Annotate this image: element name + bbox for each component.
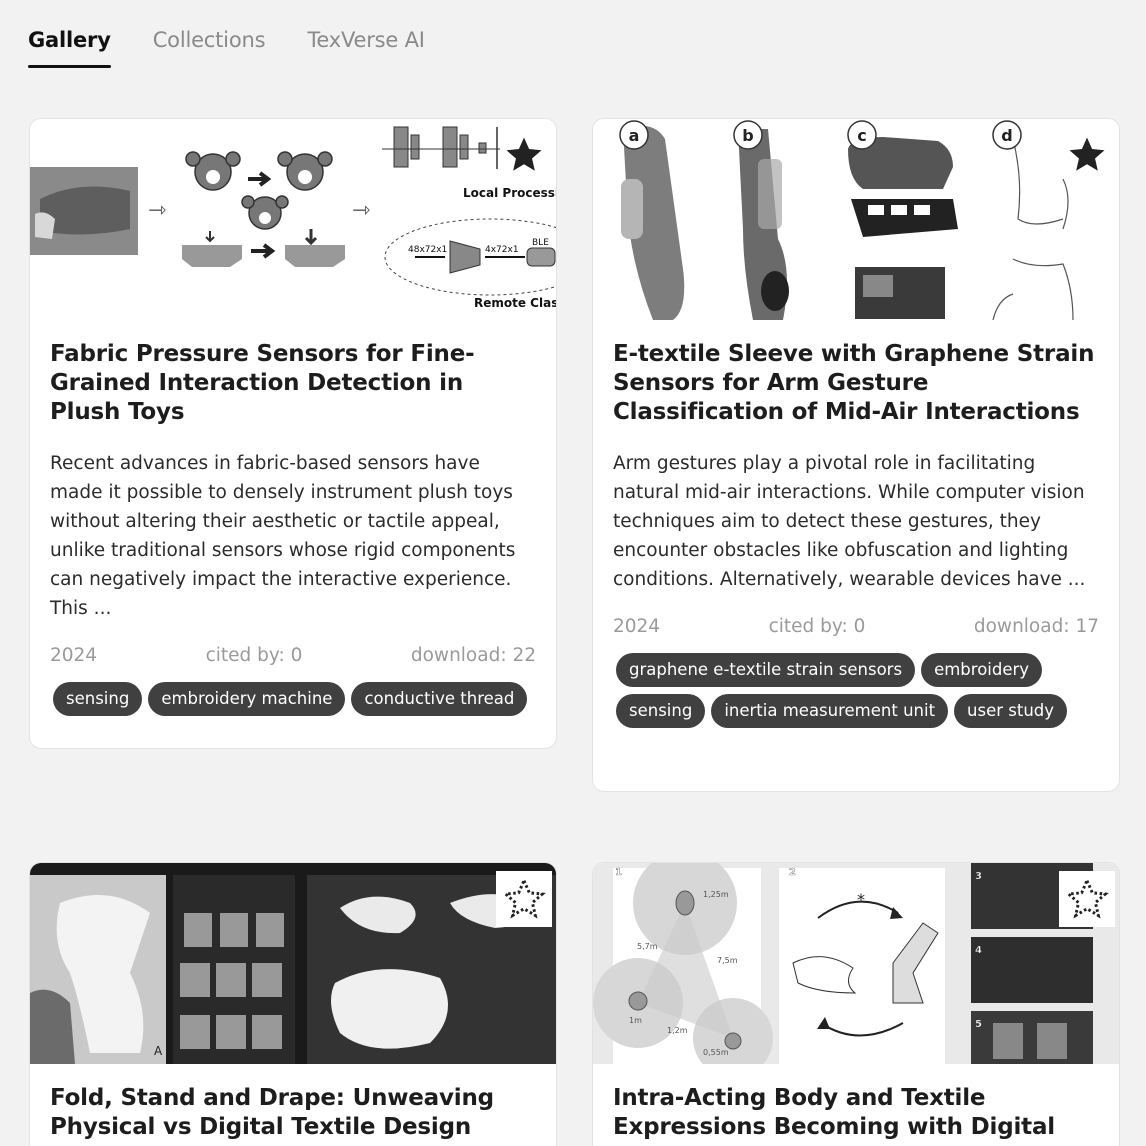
paper-year: 2024 [613, 616, 661, 637]
paper-cited: cited by: 0 [205, 645, 303, 666]
svg-text:1,25m: 1,25m [703, 890, 729, 899]
favorite-star-button[interactable] [496, 127, 552, 183]
paper-thumbnail: ⇾ ⇾ Local Processing [30, 119, 556, 320]
nav-tabs: Gallery Collections TexVerse AI [28, 28, 425, 68]
paper-thumbnail: 1,25m 5,7m 7,5m 1m 1,2m 0,55m * 1 2 3 4 … [593, 863, 1119, 1064]
paper-year: 2024 [50, 645, 98, 666]
paper-cited: cited by: 0 [768, 616, 866, 637]
paper-tags: graphene e-textile strain sensors embroi… [613, 653, 1099, 728]
svg-text:a: a [629, 126, 640, 145]
tag-chip[interactable]: sensing [616, 694, 706, 728]
tab-gallery[interactable]: Gallery [28, 28, 111, 68]
tag-chip[interactable]: conductive thread [351, 682, 528, 716]
svg-text:A: A [154, 1044, 163, 1058]
paper-card[interactable]: a b c d E-textile Sleeve with Graphene S… [592, 118, 1120, 792]
paper-title[interactable]: Fold, Stand and Drape: Unweaving Physica… [50, 1084, 536, 1142]
paper-meta: 2024 cited by: 0 download: 22 [50, 645, 536, 666]
svg-text:2: 2 [789, 867, 796, 878]
svg-text:d: d [1001, 126, 1012, 145]
tab-texverse-ai[interactable]: TexVerse AI [307, 28, 425, 68]
svg-text:⇾: ⇾ [148, 198, 166, 223]
paper-abstract: Recent advances in fabric-based sensors … [50, 453, 516, 619]
star-outline-icon [502, 877, 546, 919]
svg-text:⇾: ⇾ [352, 198, 370, 223]
svg-text:1,2m: 1,2m [667, 1026, 688, 1035]
favorite-star-button[interactable] [1059, 871, 1115, 927]
svg-text:4: 4 [975, 945, 982, 956]
svg-text:4x72x1: 4x72x1 [485, 245, 519, 255]
paper-abstract: Arm gestures play a pivotal role in faci… [613, 453, 1086, 590]
paper-download: download: 22 [410, 645, 536, 666]
paper-thumbnail: A [30, 863, 556, 1064]
star-filled-icon [506, 137, 542, 171]
svg-text:c: c [857, 126, 866, 145]
paper-download: download: 17 [973, 616, 1099, 637]
paper-title[interactable]: Intra-Acting Body and Textile Expression… [613, 1084, 1099, 1142]
paper-title[interactable]: Fabric Pressure Sensors for Fine-Grained… [50, 340, 536, 427]
paper-title[interactable]: E-textile Sleeve with Graphene Strain Se… [613, 340, 1099, 427]
svg-text:BLE: BLE [532, 238, 549, 248]
svg-text:48x72x1: 48x72x1 [408, 245, 447, 255]
paper-meta: 2024 cited by: 0 download: 17 [613, 616, 1099, 637]
star-filled-icon [1069, 137, 1105, 171]
favorite-star-button[interactable] [1059, 127, 1115, 183]
svg-text:5,7m: 5,7m [637, 942, 658, 951]
svg-text:7,5m: 7,5m [717, 956, 738, 965]
tag-chip[interactable]: sensing [53, 682, 143, 716]
svg-text:1: 1 [615, 867, 622, 878]
paper-tags: sensing embroidery machine conductive th… [50, 682, 536, 716]
paper-card[interactable]: 1,25m 5,7m 7,5m 1m 1,2m 0,55m * 1 2 3 4 … [592, 862, 1120, 1146]
paper-card[interactable]: ⇾ ⇾ Local Processing [29, 118, 557, 749]
favorite-star-button[interactable] [496, 871, 552, 927]
tag-chip[interactable]: user study [954, 694, 1068, 728]
svg-text:*: * [857, 890, 865, 909]
svg-text:1m: 1m [629, 1016, 642, 1025]
label-remote-classif: Remote Classif [474, 296, 556, 310]
tag-chip[interactable]: embroidery [921, 653, 1043, 687]
tag-chip[interactable]: embroidery machine [148, 682, 346, 716]
svg-text:5: 5 [975, 1019, 982, 1030]
tag-chip[interactable]: graphene e-textile strain sensors [616, 653, 916, 687]
svg-text:0,55m: 0,55m [703, 1048, 729, 1057]
svg-text:3: 3 [975, 871, 982, 882]
tag-chip[interactable]: inertia measurement unit [711, 694, 949, 728]
tab-collections[interactable]: Collections [153, 28, 266, 68]
paper-card[interactable]: A Fold, Stand and Drape: Unweaving Physi… [29, 862, 557, 1146]
paper-thumbnail: a b c d [593, 119, 1119, 320]
svg-text:b: b [742, 126, 753, 145]
label-local-processing: Local Processing [463, 186, 556, 200]
star-outline-icon [1065, 877, 1109, 919]
